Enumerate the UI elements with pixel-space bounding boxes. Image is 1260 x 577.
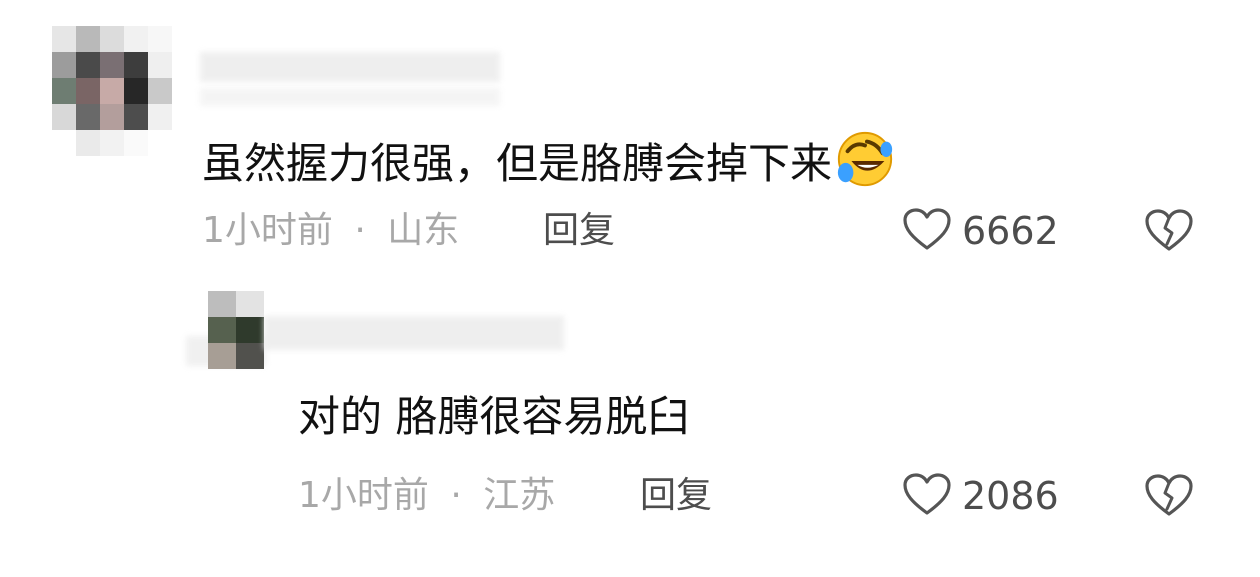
avatar-pixel <box>148 130 172 156</box>
avatar-pixel <box>208 317 236 343</box>
avatar-pixel <box>76 26 100 52</box>
avatar-pixel <box>124 104 148 130</box>
comment-meta: 1小时前 · 江苏 <box>298 478 555 514</box>
avatar-pixel <box>100 26 124 52</box>
username-blurred[interactable] <box>200 52 500 82</box>
avatar-pixel <box>52 26 76 52</box>
avatar-pixel <box>236 317 264 343</box>
avatar-pixel <box>52 52 76 78</box>
avatar-pixel <box>148 26 172 52</box>
location: 江苏 <box>483 475 556 516</box>
meta-separator: · <box>450 475 462 516</box>
avatar[interactable] <box>52 26 172 156</box>
avatar-pixel <box>236 343 264 369</box>
avatar[interactable] <box>208 291 264 369</box>
avatar-pixel <box>52 104 76 130</box>
avatar-pixel <box>148 104 172 130</box>
avatar-pixel <box>148 78 172 104</box>
avatar-pixel <box>208 291 236 317</box>
avatar-pixel <box>208 343 236 369</box>
heart-icon <box>902 207 952 255</box>
avatar-pixel <box>100 52 124 78</box>
avatar-pixel <box>100 130 124 156</box>
like-button[interactable]: 6662 <box>902 206 1059 256</box>
avatar-pixel <box>100 104 124 130</box>
comment-text: 虽然握力很强，但是胳膊会掉下来 <box>202 128 896 190</box>
location: 山东 <box>387 210 460 251</box>
comment-meta: 1小时前 · 山东 <box>202 213 459 249</box>
avatar-pixel <box>52 78 76 104</box>
comment-text: 对的 胳膊很容易脱臼 <box>298 392 690 441</box>
like-button[interactable]: 2086 <box>902 471 1059 521</box>
timestamp: 1小时前 <box>202 210 333 251</box>
avatar-pixel <box>124 78 148 104</box>
like-count: 2086 <box>962 474 1059 518</box>
meta-separator: · <box>354 210 366 251</box>
avatar-pixel <box>124 26 148 52</box>
broken-heart-icon <box>1144 474 1194 521</box>
avatar-pixel <box>76 130 100 156</box>
heart-icon <box>902 472 952 520</box>
rolling-on-floor-laughing-emoji <box>834 128 896 190</box>
avatar-pixel <box>52 130 76 156</box>
avatar-pixel <box>76 78 100 104</box>
avatar-pixel <box>100 78 124 104</box>
avatar-pixel <box>76 52 100 78</box>
avatar-pixel <box>124 52 148 78</box>
username-blurred[interactable] <box>264 316 564 350</box>
username-blurred-extra <box>200 88 500 106</box>
dislike-button[interactable] <box>1144 473 1194 521</box>
reply-button[interactable]: 回复 <box>640 478 712 514</box>
reply-button[interactable]: 回复 <box>543 213 615 249</box>
avatar-pixel <box>124 130 148 156</box>
avatar-pixel <box>76 104 100 130</box>
like-count: 6662 <box>962 209 1059 253</box>
avatar-pixel <box>236 291 264 317</box>
avatar-pixel <box>148 52 172 78</box>
broken-heart-icon <box>1144 209 1194 256</box>
dislike-button[interactable] <box>1144 208 1194 256</box>
timestamp: 1小时前 <box>298 475 429 516</box>
